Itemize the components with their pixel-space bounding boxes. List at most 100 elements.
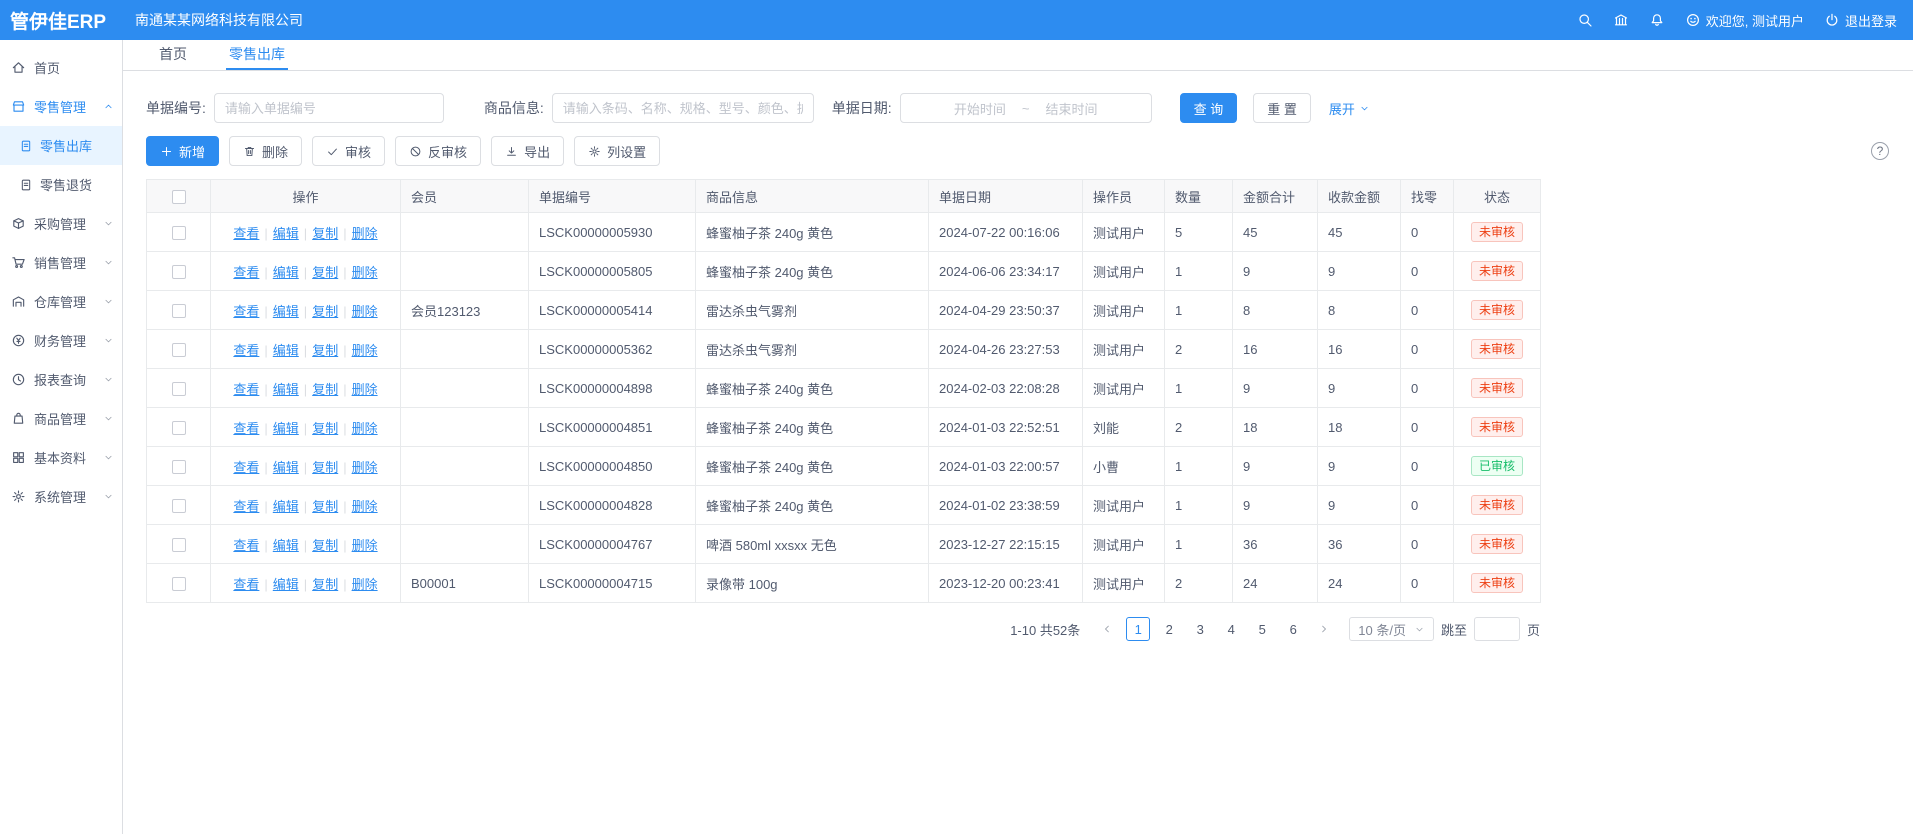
cell-qty: 1	[1165, 525, 1233, 564]
row-action-edit[interactable]: 编辑	[273, 226, 299, 241]
row-checkbox[interactable]	[172, 421, 186, 435]
row-action-delete[interactable]: 删除	[352, 421, 378, 436]
row-action-view[interactable]: 查看	[233, 382, 259, 397]
row-checkbox[interactable]	[172, 265, 186, 279]
sidebar-item-products[interactable]: 商品管理	[0, 399, 122, 438]
row-checkbox[interactable]	[172, 499, 186, 513]
unaudit-button[interactable]: 反审核	[395, 136, 481, 166]
welcome-user[interactable]: 欢迎您, 测试用户	[1685, 11, 1804, 30]
row-action-edit[interactable]: 编辑	[273, 265, 299, 280]
search-button[interactable]: 查 询	[1180, 93, 1238, 123]
row-action-view[interactable]: 查看	[233, 421, 259, 436]
row-action-view[interactable]: 查看	[233, 577, 259, 592]
sidebar-item-retail[interactable]: 零售管理	[0, 87, 122, 126]
sidebar-item-basics[interactable]: 基本资料	[0, 438, 122, 477]
sidebar-subitem-retail-return[interactable]: 零售退货	[0, 165, 122, 204]
bell-icon[interactable]	[1649, 12, 1665, 28]
tab-retail-outbound[interactable]: 零售出库	[226, 40, 288, 70]
reset-button[interactable]: 重 置	[1253, 93, 1311, 123]
row-action-delete[interactable]: 删除	[352, 382, 378, 397]
sidebar-item-sales[interactable]: 销售管理	[0, 243, 122, 282]
row-action-view[interactable]: 查看	[233, 460, 259, 475]
row-action-copy[interactable]: 复制	[312, 226, 338, 241]
row-checkbox[interactable]	[172, 304, 186, 318]
row-action-view[interactable]: 查看	[233, 499, 259, 514]
row-action-view[interactable]: 查看	[233, 343, 259, 358]
sidebar-item-system[interactable]: 系统管理	[0, 477, 122, 516]
jump-page-input[interactable]	[1474, 617, 1520, 641]
row-action-view[interactable]: 查看	[233, 265, 259, 280]
row-action-copy[interactable]: 复制	[312, 577, 338, 592]
bill-date-range-picker[interactable]: 开始时间 ~ 结束时间	[900, 93, 1152, 123]
sidebar-item-home[interactable]: 首页	[0, 48, 122, 87]
add-button[interactable]: 新增	[146, 136, 219, 166]
prev-page-button[interactable]	[1095, 617, 1119, 641]
bank-icon[interactable]	[1613, 12, 1629, 28]
pagination: 1-10 共52条 123456 10 条/页 跳至 页	[146, 617, 1540, 641]
page-button-3[interactable]: 3	[1188, 617, 1212, 641]
row-action-copy[interactable]: 复制	[312, 499, 338, 514]
cell-qty: 2	[1165, 408, 1233, 447]
row-action-copy[interactable]: 复制	[312, 382, 338, 397]
row-action-delete[interactable]: 删除	[352, 577, 378, 592]
row-action-copy[interactable]: 复制	[312, 343, 338, 358]
row-action-delete[interactable]: 删除	[352, 304, 378, 319]
page-button-1[interactable]: 1	[1126, 617, 1150, 641]
row-checkbox[interactable]	[172, 538, 186, 552]
row-checkbox[interactable]	[172, 577, 186, 591]
row-checkbox[interactable]	[172, 226, 186, 240]
row-action-view[interactable]: 查看	[233, 304, 259, 319]
row-action-copy[interactable]: 复制	[312, 460, 338, 475]
row-action-edit[interactable]: 编辑	[273, 343, 299, 358]
tab-home[interactable]: 首页	[156, 40, 190, 70]
page-button-2[interactable]: 2	[1157, 617, 1181, 641]
row-checkbox[interactable]	[172, 382, 186, 396]
row-action-edit[interactable]: 编辑	[273, 499, 299, 514]
row-action-copy[interactable]: 复制	[312, 304, 338, 319]
row-action-copy[interactable]: 复制	[312, 421, 338, 436]
sidebar-subitem-retail-outbound[interactable]: 零售出库	[0, 126, 122, 165]
page-size-select[interactable]: 10 条/页	[1349, 617, 1434, 641]
cell-member	[401, 408, 529, 447]
row-action-delete[interactable]: 删除	[352, 499, 378, 514]
row-action-view[interactable]: 查看	[233, 538, 259, 553]
sidebar-item-finance[interactable]: 财务管理	[0, 321, 122, 360]
select-all-checkbox[interactable]	[172, 190, 186, 204]
row-action-delete[interactable]: 删除	[352, 265, 378, 280]
row-action-edit[interactable]: 编辑	[273, 421, 299, 436]
column-settings-button[interactable]: 列设置	[574, 136, 660, 166]
row-action-copy[interactable]: 复制	[312, 538, 338, 553]
row-action-delete[interactable]: 删除	[352, 460, 378, 475]
row-checkbox[interactable]	[172, 460, 186, 474]
row-action-edit[interactable]: 编辑	[273, 382, 299, 397]
row-action-edit[interactable]: 编辑	[273, 577, 299, 592]
search-icon[interactable]	[1577, 12, 1593, 28]
row-action-delete[interactable]: 删除	[352, 226, 378, 241]
row-action-edit[interactable]: 编辑	[273, 538, 299, 553]
row-action-edit[interactable]: 编辑	[273, 304, 299, 319]
product-info-input[interactable]	[552, 93, 814, 123]
page-button-5[interactable]: 5	[1250, 617, 1274, 641]
download-icon	[505, 145, 518, 158]
cell-total: 45	[1233, 213, 1318, 252]
help-icon[interactable]: ?	[1871, 142, 1889, 160]
expand-toggle[interactable]: 展开	[1329, 99, 1370, 118]
sidebar-item-warehouse[interactable]: 仓库管理	[0, 282, 122, 321]
export-button[interactable]: 导出	[491, 136, 564, 166]
row-action-copy[interactable]: 复制	[312, 265, 338, 280]
cell-change: 0	[1401, 564, 1454, 603]
sidebar-item-purchase[interactable]: 采购管理	[0, 204, 122, 243]
audit-button[interactable]: 审核	[312, 136, 385, 166]
delete-button[interactable]: 删除	[229, 136, 302, 166]
page-button-6[interactable]: 6	[1281, 617, 1305, 641]
row-action-delete[interactable]: 删除	[352, 538, 378, 553]
row-checkbox[interactable]	[172, 343, 186, 357]
next-page-button[interactable]	[1312, 617, 1336, 641]
row-action-view[interactable]: 查看	[233, 226, 259, 241]
bill-no-input[interactable]	[214, 93, 444, 123]
row-action-edit[interactable]: 编辑	[273, 460, 299, 475]
page-button-4[interactable]: 4	[1219, 617, 1243, 641]
sidebar-item-reports[interactable]: 报表查询	[0, 360, 122, 399]
row-action-delete[interactable]: 删除	[352, 343, 378, 358]
logout-button[interactable]: 退出登录	[1824, 11, 1897, 30]
